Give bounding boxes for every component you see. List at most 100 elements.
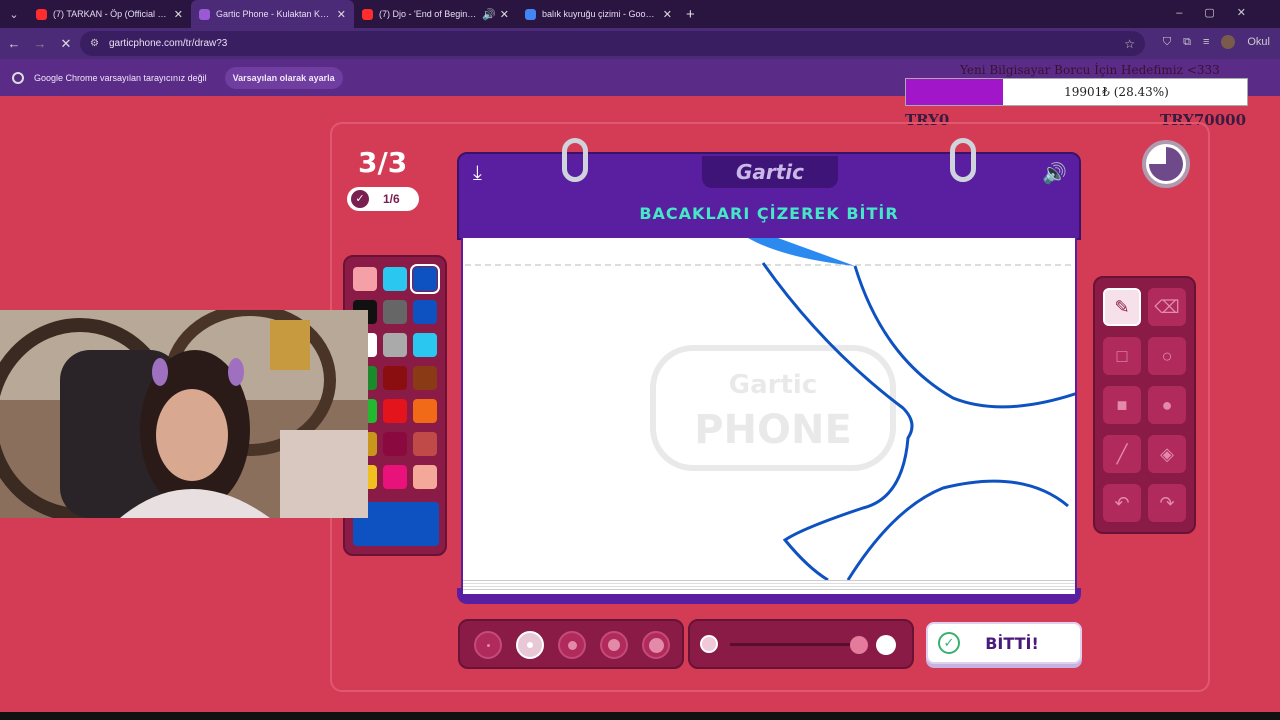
canvas-drawing: Gartic PHONE: [465, 238, 1075, 582]
color-swatch[interactable]: [353, 267, 377, 291]
close-icon[interactable]: ✕: [337, 8, 346, 21]
brush-size-option[interactable]: [558, 631, 586, 659]
webcam-image: [0, 310, 368, 518]
watermark-bottom: PHONE: [694, 407, 852, 453]
forward-icon[interactable]: →: [28, 36, 52, 51]
opacity-max-knob[interactable]: [876, 635, 896, 655]
round-counter: 3/3: [358, 146, 408, 179]
pen-tool[interactable]: ✎: [1103, 288, 1141, 326]
shield-icon[interactable]: ⛉: [1163, 36, 1171, 49]
circle-outline-tool[interactable]: ○: [1148, 337, 1186, 375]
line-icon: ╱: [1116, 443, 1128, 464]
stop-loading-icon[interactable]: ✕: [54, 36, 78, 52]
undo-tool[interactable]: ↶: [1103, 484, 1141, 522]
circle-filled-tool[interactable]: ●: [1148, 386, 1186, 424]
fish-body-bottom-stroke: [846, 479, 1069, 581]
gartic-icon: [199, 8, 210, 20]
tab-title: Gartic Phone - Kulaktan Kulağa: [216, 9, 333, 19]
brush-dot-icon: [608, 639, 620, 651]
avatar[interactable]: [1221, 35, 1236, 49]
timer-clock: [1142, 140, 1190, 188]
tab-strip: ⌄ (7) TARKAN - Öp (Official Music ✕ Gart…: [0, 0, 1280, 28]
tab-search-button[interactable]: ⌄: [0, 0, 28, 28]
opacity-slider[interactable]: [688, 619, 914, 669]
eraser-icon: ⌫: [1154, 296, 1180, 317]
tab-title: balık kuyruğu çizimi - Google'd: [542, 9, 659, 19]
timer-icon: [1149, 147, 1183, 181]
tab-djo[interactable]: (7) Djo - 'End of Beginning' 🔊 ✕: [354, 0, 517, 28]
brush-dot-icon: [567, 640, 577, 650]
chrome-icon: [12, 71, 24, 84]
color-swatch[interactable]: [413, 300, 437, 324]
opacity-track: [730, 643, 860, 646]
donation-title: Yeni Bilgisayar Borcu İçin Hedefimiz <33…: [960, 63, 1220, 77]
color-swatch[interactable]: [383, 333, 407, 357]
undo-icon: ↶: [1114, 492, 1130, 513]
close-icon[interactable]: ✕: [500, 8, 509, 21]
circle-filled-icon: ●: [1161, 394, 1173, 415]
eraser-tool[interactable]: ⌫: [1148, 288, 1186, 326]
tab-gartic[interactable]: Gartic Phone - Kulaktan Kulağa ✕: [191, 0, 354, 28]
opacity-handle[interactable]: [850, 636, 868, 654]
fill-bucket-tool[interactable]: ◈: [1148, 435, 1186, 473]
color-swatch[interactable]: [383, 366, 407, 390]
brush-dot-icon: [648, 637, 664, 653]
set-default-button[interactable]: Varsayılan olarak ayarla: [224, 66, 343, 89]
media-icon[interactable]: ≡: [1203, 36, 1209, 48]
players-done-count: 1/6: [383, 192, 400, 206]
done-label: BİTTİ!: [985, 633, 1039, 653]
color-swatch[interactable]: [413, 432, 437, 456]
url-text: garticphone.com/tr/draw?3: [108, 38, 228, 49]
square-outline-icon: □: [1116, 345, 1128, 366]
circle-outline-icon: ○: [1161, 345, 1173, 366]
tab-google[interactable]: balık kuyruğu çizimi - Google'd ✕: [517, 0, 680, 28]
square-outline-tool[interactable]: □: [1103, 337, 1141, 375]
color-swatch[interactable]: [383, 432, 407, 456]
donation-value: 19901₺ (28.43%): [1064, 85, 1169, 99]
brush-size-option[interactable]: [474, 631, 502, 659]
download-icon[interactable]: ⤓: [473, 162, 482, 185]
color-swatch[interactable]: [383, 267, 407, 291]
done-button[interactable]: ✓ BİTTİ!: [926, 622, 1082, 664]
brush-size-option[interactable]: [516, 631, 544, 659]
gartic-logo: Gartic: [735, 160, 805, 184]
window-controls[interactable]: –▢✕: [1176, 6, 1268, 19]
extensions-icon[interactable]: ⧉: [1183, 36, 1191, 49]
gartic-watermark: Gartic PHONE: [650, 345, 896, 471]
opacity-min-knob[interactable]: [700, 635, 718, 653]
site-info-icon[interactable]: ⚙: [90, 38, 99, 49]
notebook-pages: [463, 580, 1075, 590]
sound-icon[interactable]: 🔊: [1042, 161, 1067, 186]
fill-bucket-icon: ◈: [1160, 443, 1174, 464]
brush-size-option[interactable]: [642, 631, 670, 659]
line-tool[interactable]: ╱: [1103, 435, 1141, 473]
webcam-overlay: [0, 310, 368, 518]
close-icon[interactable]: ✕: [663, 8, 672, 21]
square-filled-tool[interactable]: ■: [1103, 386, 1141, 424]
redo-tool[interactable]: ↷: [1148, 484, 1186, 522]
profile-label: Okul: [1247, 36, 1270, 48]
close-icon[interactable]: ✕: [174, 8, 183, 21]
color-swatch[interactable]: [413, 399, 437, 423]
color-swatch[interactable]: [413, 465, 437, 489]
youtube-icon: [362, 8, 373, 20]
color-swatch[interactable]: [383, 399, 407, 423]
notebook-header: Gartic ⤓ 🔊 BACAKLARI ÇİZEREK BİTİR: [457, 152, 1081, 240]
speaker-icon[interactable]: 🔊: [482, 8, 496, 21]
drawing-canvas[interactable]: Gartic PHONE: [461, 238, 1077, 596]
bookmark-star-icon[interactable]: ☆: [1124, 37, 1135, 51]
tab-tarkan[interactable]: (7) TARKAN - Öp (Official Music ✕: [28, 0, 191, 28]
address-bar-row: ← → ✕ ⚙ garticphone.com/tr/draw?3 ☆ ⛉ ⧉ …: [0, 28, 1280, 59]
brush-size-option[interactable]: [600, 631, 628, 659]
redo-icon: ↷: [1159, 492, 1175, 513]
new-tab-button[interactable]: +: [686, 6, 695, 23]
color-swatch[interactable]: [383, 300, 407, 324]
color-swatch[interactable]: [410, 264, 440, 294]
color-swatch[interactable]: [413, 366, 437, 390]
color-swatch[interactable]: [413, 333, 437, 357]
url-field[interactable]: ⚙ garticphone.com/tr/draw?3 ☆: [80, 31, 1145, 56]
back-icon[interactable]: ←: [2, 36, 26, 51]
binder-ring-left: [562, 138, 588, 182]
color-swatch[interactable]: [383, 465, 407, 489]
square-filled-icon: ■: [1116, 394, 1128, 415]
